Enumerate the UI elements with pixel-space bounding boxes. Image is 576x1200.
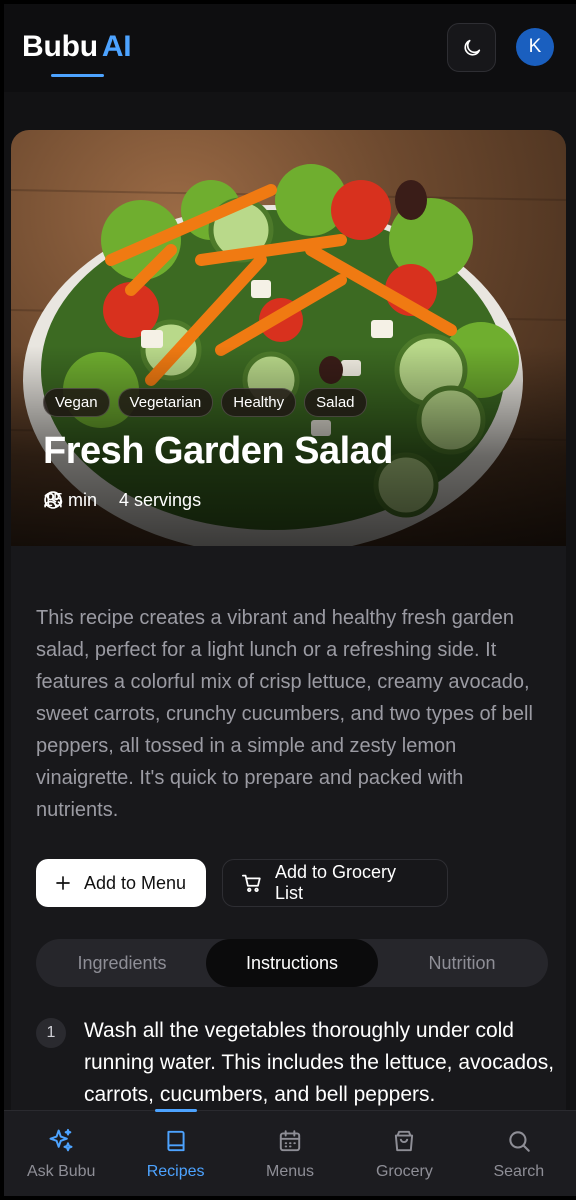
nav-label-ask-bubu: Ask Bubu	[26, 1163, 96, 1180]
search-icon	[509, 1131, 530, 1152]
brand-underline	[51, 74, 104, 77]
step-number: 1	[36, 1018, 66, 1048]
nav-search[interactable]: Search	[462, 1111, 576, 1196]
brand-logo[interactable]: Bubu AI	[22, 30, 132, 64]
users-icon	[44, 492, 62, 508]
add-to-grocery-label: Add to Grocery List	[274, 862, 397, 903]
bottom-navigation: Ask Bubu Recipes Menus Grocery Search	[4, 1109, 576, 1196]
theme-toggle-button[interactable]	[447, 23, 496, 72]
nav-label-recipes: Recipes	[146, 1163, 205, 1180]
recipe-card: Vegan Vegetarian Healthy Salad Fresh Gar…	[11, 130, 566, 1130]
book-icon	[167, 1130, 185, 1152]
brand-main: Bubu	[22, 30, 98, 63]
recipe-meta: 15 min 4 servings	[43, 490, 201, 511]
instruction-step: 1 Wash all the vegetables thoroughly und…	[36, 1015, 556, 1111]
app-header: Bubu AI K	[4, 4, 576, 92]
tag-vegetarian[interactable]: Vegetarian	[117, 388, 214, 417]
tab-nutrition[interactable]: Nutrition	[376, 939, 548, 987]
active-nav-indicator	[154, 1109, 197, 1112]
tag-healthy[interactable]: Healthy	[221, 388, 297, 417]
sparkles-icon	[49, 1128, 73, 1152]
tab-instructions[interactable]: Instructions	[206, 939, 378, 987]
tag-vegan[interactable]: Vegan	[43, 388, 110, 417]
tag-salad[interactable]: Salad	[304, 388, 367, 417]
nav-label-search: Search	[493, 1163, 545, 1180]
shopping-bag-icon	[395, 1130, 414, 1152]
add-to-grocery-button[interactable]: Add to Grocery List	[222, 859, 448, 907]
recipe-description: This recipe creates a vibrant and health…	[36, 607, 533, 821]
recipe-title: Fresh Garden Salad	[43, 430, 394, 472]
nav-grocery[interactable]: Grocery	[347, 1111, 461, 1196]
moon-icon	[463, 39, 480, 56]
nav-menus[interactable]: Menus	[233, 1111, 347, 1196]
recipe-tags: Vegan Vegetarian Healthy Salad	[43, 388, 367, 417]
calendar-icon	[279, 1130, 301, 1152]
plus-icon	[56, 876, 70, 890]
app-frame: Bubu AI K Vegan Vegetarian Healthy Salad…	[4, 4, 576, 1196]
recipe-tabs: Ingredients Instructions Nutrition	[36, 939, 548, 987]
recipe-actions: Add to Menu Add to Grocery List	[36, 859, 448, 907]
add-to-menu-label: Add to Menu	[84, 872, 187, 893]
nav-label-menus: Menus	[266, 1163, 315, 1180]
servings: 4 servings	[44, 490, 202, 511]
nav-ask-bubu[interactable]: Ask Bubu	[4, 1111, 118, 1196]
nav-label-grocery: Grocery	[375, 1163, 433, 1180]
step-text: Wash all the vegetables thoroughly under…	[84, 1019, 555, 1106]
brand-accent: AI	[101, 30, 132, 63]
cart-icon	[241, 874, 261, 893]
nav-recipes[interactable]: Recipes	[118, 1109, 232, 1196]
add-to-menu-button[interactable]: Add to Menu	[36, 859, 206, 907]
servings-value: 4 servings	[119, 490, 202, 510]
tab-ingredients[interactable]: Ingredients	[36, 939, 208, 987]
avatar[interactable]: K	[516, 28, 554, 66]
recipe-hero-image: Vegan Vegetarian Healthy Salad Fresh Gar…	[11, 130, 566, 546]
